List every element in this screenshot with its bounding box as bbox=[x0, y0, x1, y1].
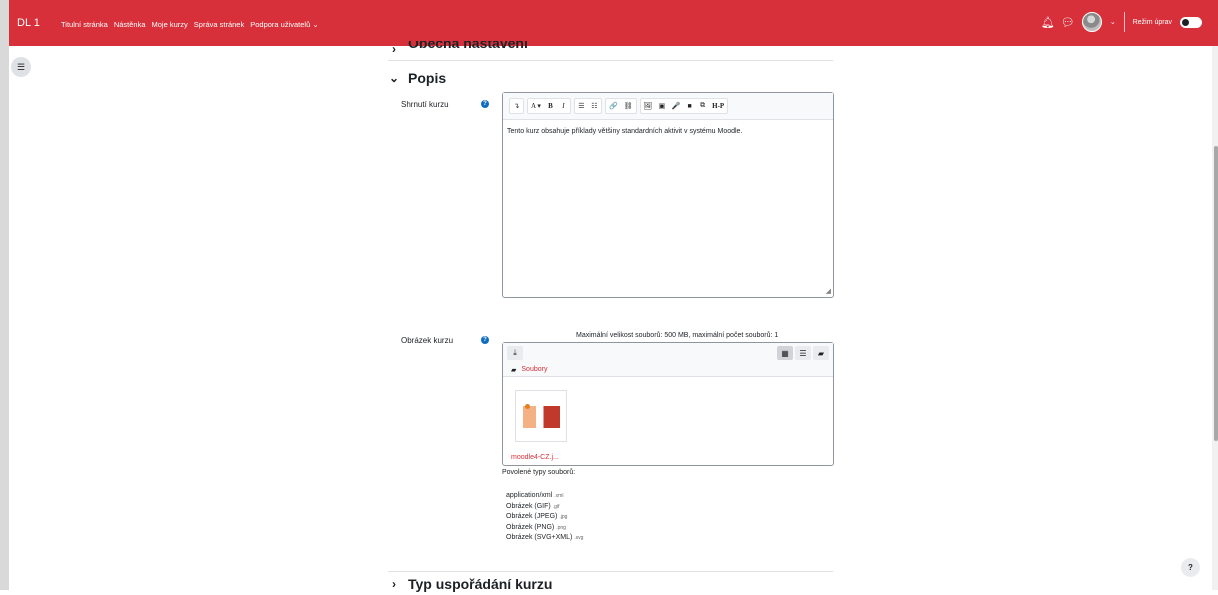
course-image-label: Obrázek kurzu bbox=[401, 336, 454, 345]
help-icon[interactable]: ? bbox=[481, 100, 489, 108]
italic-button[interactable]: I bbox=[557, 99, 570, 113]
course-index-toggle[interactable]: ☰ bbox=[11, 57, 31, 77]
bold-button[interactable]: B bbox=[544, 99, 557, 113]
list-icon: ☰ bbox=[16, 61, 26, 72]
chevron-right-icon: › bbox=[392, 577, 396, 591]
section-title: Obecná nastavení bbox=[408, 41, 528, 51]
list-view-icon[interactable]: ☰ bbox=[795, 346, 811, 360]
help-button[interactable]: ? bbox=[1181, 558, 1200, 577]
microphone-icon[interactable]: 🎤 bbox=[668, 99, 683, 113]
nav-user-support[interactable]: Podpora uživatelů ⌄ bbox=[250, 20, 318, 29]
scrollbar-thumb[interactable] bbox=[1214, 146, 1218, 441]
edit-mode-label: Režim úprav bbox=[1132, 18, 1172, 26]
chevron-down-icon: ⌄ bbox=[312, 20, 319, 29]
media-icon[interactable]: ▣ bbox=[655, 99, 668, 113]
copy-icon[interactable]: ⧉ bbox=[696, 99, 709, 113]
list-item: Obrázek (SVG+XML) .svg bbox=[506, 534, 584, 541]
folder-icon: ▰ bbox=[511, 366, 517, 374]
breadcrumb: ▰ Soubory bbox=[503, 363, 833, 377]
navbar-right: 🔔︎ 💬︎ ⌄ Režim úprav bbox=[1041, 12, 1202, 32]
download-icon[interactable]: ⤓ bbox=[507, 346, 523, 360]
list-item: Obrázek (PNG) .png bbox=[506, 523, 566, 531]
chevron-down-icon: ⌄ bbox=[388, 71, 400, 85]
list-item: Obrázek (JPEG) .jpg bbox=[506, 513, 568, 520]
divider bbox=[1123, 12, 1125, 32]
bell-icon[interactable]: 🔔︎ bbox=[1041, 16, 1055, 29]
folder-link[interactable]: Soubory bbox=[521, 366, 547, 373]
collapse-icon[interactable]: ↴ bbox=[510, 99, 523, 113]
image-icon[interactable]: 🖼 bbox=[641, 99, 656, 113]
unordered-list-icon[interactable]: ☰ bbox=[575, 99, 588, 113]
section-general-header[interactable]: › Obecná nastavení bbox=[388, 41, 833, 61]
list-item: application/xml .xml bbox=[506, 492, 564, 499]
grid-view-icon[interactable]: ▦ bbox=[777, 346, 793, 360]
avatar[interactable] bbox=[1081, 12, 1102, 32]
paragraph-style-button[interactable]: A ▾ bbox=[528, 99, 544, 113]
video-icon[interactable]: ■ bbox=[683, 99, 696, 113]
help-icon[interactable]: ? bbox=[481, 336, 489, 344]
chevron-down-icon[interactable]: ⌄ bbox=[1110, 18, 1116, 26]
link-icon[interactable]: 🔗 bbox=[606, 99, 621, 113]
ordered-list-icon[interactable]: ☷ bbox=[588, 99, 601, 113]
edit-mode-toggle[interactable] bbox=[1180, 16, 1202, 28]
image-preview bbox=[523, 406, 560, 428]
section-title: Popis bbox=[408, 70, 447, 86]
upload-limits: Maximální velikost souborů: 500 MB, maxi… bbox=[576, 332, 779, 339]
section-layout-header[interactable]: › Typ uspořádání kurzu bbox=[388, 571, 833, 595]
editor-content[interactable]: Tento kurz obsahuje příklady většiny sta… bbox=[503, 120, 833, 143]
top-navbar: DL 1 Titulní stránka Nástěnka Moje kurzy… bbox=[9, 0, 1218, 46]
list-item: Obrázek (GIF) .gif bbox=[506, 502, 560, 510]
file-name-link[interactable]: moodle4-CZ.j... bbox=[511, 454, 559, 461]
chat-icon[interactable]: 💬︎ bbox=[1061, 16, 1075, 29]
section-description-header[interactable]: ⌄ Popis bbox=[388, 70, 833, 86]
nav-site-admin[interactable]: Správa stránek bbox=[194, 20, 244, 29]
h5p-button[interactable]: H-P bbox=[709, 99, 727, 113]
allowed-types-title: Povolené typy souborů: bbox=[502, 469, 576, 476]
summary-label: Shrnutí kurzu bbox=[401, 100, 449, 109]
nav-dashboard[interactable]: Nástěnka bbox=[114, 20, 146, 29]
unlink-icon[interactable]: ⛓ bbox=[621, 99, 636, 113]
primary-nav: Titulní stránka Nástěnka Moje kurzy Sprá… bbox=[61, 20, 319, 29]
logo-icon bbox=[525, 404, 530, 409]
nav-home[interactable]: Titulní stránka bbox=[61, 20, 108, 29]
summary-editor[interactable]: ↴ A ▾ B I ☰ ☷ 🔗 ⛓ 🖼 ▣ 🎤 ■ ⧉ H-P Tento ku… bbox=[502, 92, 834, 298]
window-edge bbox=[0, 0, 9, 590]
folder-view-icon[interactable]: ▰ bbox=[813, 346, 829, 360]
chevron-right-icon: › bbox=[392, 42, 396, 56]
site-brand[interactable]: DL 1 bbox=[17, 17, 40, 29]
nav-my-courses[interactable]: Moje kurzy bbox=[152, 20, 188, 29]
resize-handle-icon[interactable]: ◢ bbox=[826, 287, 831, 295]
editor-toolbar: ↴ A ▾ B I ☰ ☷ 🔗 ⛓ 🖼 ▣ 🎤 ■ ⧉ H-P bbox=[503, 93, 833, 120]
allowed-types-list: application/xml .xml Obrázek (GIF) .gif … bbox=[506, 491, 583, 544]
file-thumbnail[interactable] bbox=[515, 390, 567, 442]
file-picker: ⤓ ▦ ☰ ▰ ▰ Soubory moodle4-CZ.j... bbox=[502, 342, 834, 466]
